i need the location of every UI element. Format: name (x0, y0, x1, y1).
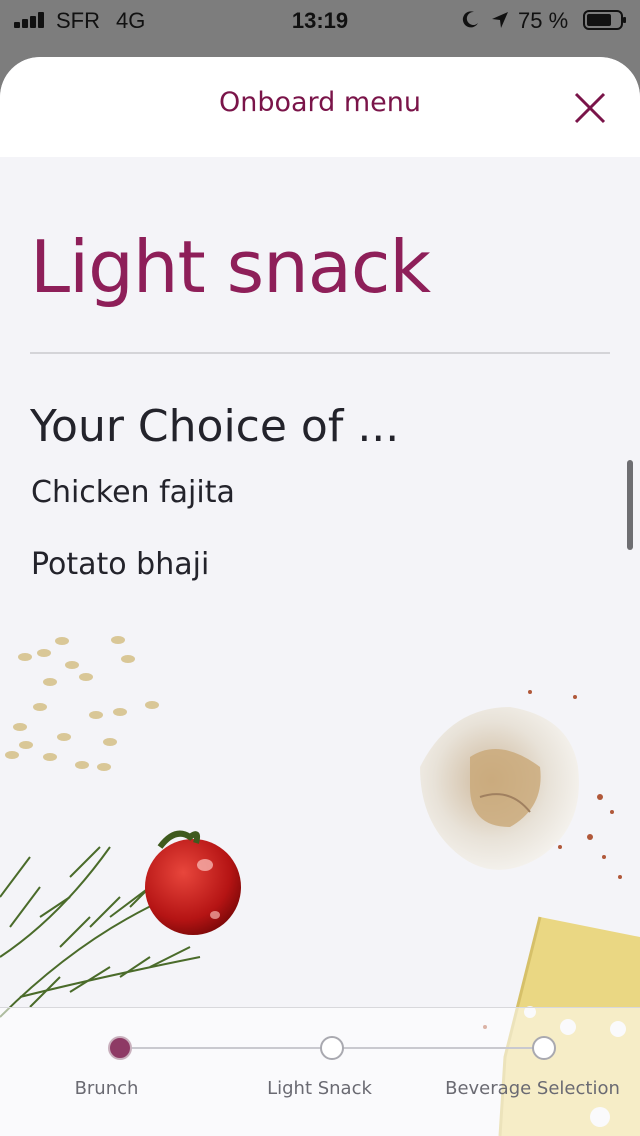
header-title: Onboard menu (218, 87, 422, 118)
battery-icon (583, 10, 626, 30)
pine-nuts (5, 636, 159, 771)
step-label: Light Snack (267, 1078, 372, 1099)
close-icon[interactable] (572, 90, 608, 126)
step-beverage-selection[interactable]: Beverage Selection (426, 1008, 639, 1136)
step-brunch[interactable]: Brunch (0, 1008, 213, 1136)
battery-percent: 75 % (518, 8, 569, 33)
menu-item: Chicken fajita (31, 475, 235, 510)
step-dot (532, 1036, 556, 1060)
section-title: Light snack (30, 225, 431, 309)
moon-icon (462, 11, 478, 28)
step-label: Brunch (74, 1078, 139, 1099)
step-dot (320, 1036, 344, 1060)
scrollbar[interactable] (627, 460, 633, 550)
menu-sheet: Onboard menu Light snack Your Choice of … (0, 57, 640, 1136)
choice-heading: Your Choice of ... (30, 401, 400, 452)
divider (30, 352, 610, 354)
step-dot (108, 1036, 132, 1060)
step-light-snack[interactable]: Light Snack (213, 1008, 426, 1136)
step-label: Beverage Selection (445, 1078, 620, 1099)
menu-item: Potato bhaji (31, 547, 210, 582)
tomato (145, 839, 241, 935)
meal-step-nav: Brunch Light Snack Beverage Selection (0, 1007, 640, 1136)
status-bar: SFR 4G 13:19 75 % (0, 0, 640, 40)
sheet-header: Onboard menu (0, 57, 640, 157)
location-icon (492, 12, 508, 28)
